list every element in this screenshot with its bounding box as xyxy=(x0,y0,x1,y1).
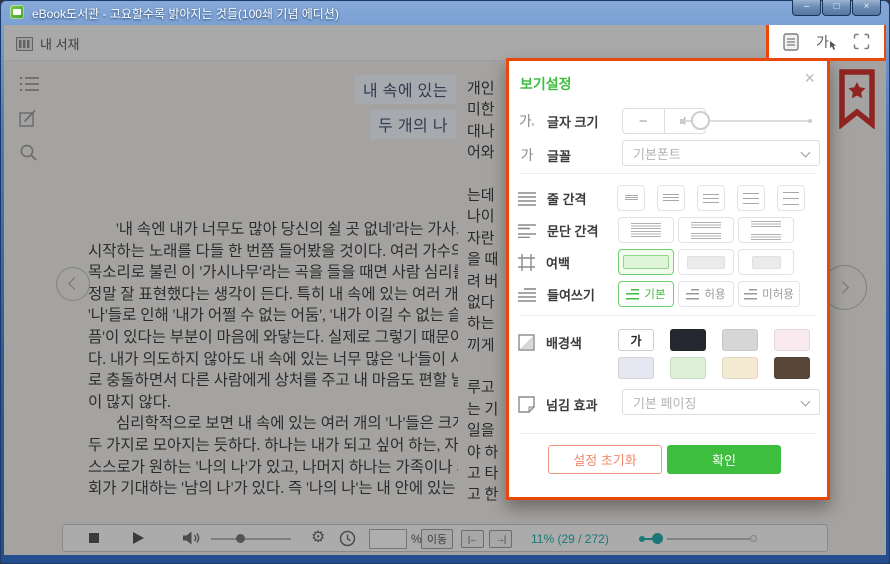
option-label: 미허용 xyxy=(762,286,794,302)
paragraph-spacing-options xyxy=(618,217,794,243)
chevron-down-icon xyxy=(801,397,811,407)
paragraph-spacing-label: 문단 간격 xyxy=(547,221,598,240)
app-window: eBook도서관 - 고요할수록 밝아지는 것들(100쇄 기념 에디션) – … xyxy=(0,0,890,564)
font-size-slider-handle[interactable] xyxy=(691,111,710,130)
line-spacing-option[interactable] xyxy=(617,185,645,211)
font-dropdown-value: 기본폰트 xyxy=(633,144,681,163)
margin-icon xyxy=(518,254,535,271)
margin-options xyxy=(618,249,794,275)
panel-title: 보기설정 xyxy=(520,74,572,94)
divider xyxy=(519,433,817,434)
text-cursor-icon xyxy=(830,41,837,50)
background-swatch[interactable]: 가 xyxy=(618,329,654,351)
indent-option[interactable]: 미허용 xyxy=(738,281,800,307)
reset-settings-button[interactable]: 설정 초기화 xyxy=(548,445,662,474)
option-label: 가 xyxy=(630,332,641,349)
line-spacing-option[interactable] xyxy=(737,185,765,211)
fullscreen-icon[interactable] xyxy=(849,29,875,55)
title-bar[interactable]: eBook도서관 - 고요할수록 밝아지는 것들(100쇄 기념 에디션) – … xyxy=(0,0,890,25)
close-button[interactable]: × xyxy=(852,0,881,16)
minimize-button[interactable]: – xyxy=(792,0,821,16)
indent-options: 기본 허용 미허용 xyxy=(618,281,800,307)
font-dropdown[interactable]: 기본폰트 xyxy=(622,140,820,166)
margin-label: 여백 xyxy=(546,253,570,272)
font-size-label: 글자 크기 xyxy=(547,112,598,131)
chevron-down-icon xyxy=(801,148,811,158)
view-settings-icon-group: 가 xyxy=(766,25,886,61)
indent-icon xyxy=(518,288,536,302)
line-spacing-option[interactable] xyxy=(777,185,805,211)
maximize-button[interactable]: □ xyxy=(822,0,851,16)
margin-option[interactable] xyxy=(738,249,794,275)
font-label: 글꼴 xyxy=(547,146,571,165)
window-title: eBook도서관 - 고요할수록 밝아지는 것들(100쇄 기념 에디션) xyxy=(32,5,339,22)
paragraph-spacing-option[interactable] xyxy=(618,217,674,243)
line-spacing-option[interactable] xyxy=(697,185,725,211)
page-effect-icon xyxy=(518,396,535,413)
font-size-decrease-button[interactable]: − xyxy=(623,109,665,133)
page-effect-dropdown[interactable]: 기본 페이징 xyxy=(622,389,820,415)
indent-label: 들여쓰기 xyxy=(547,285,595,304)
panel-close-icon[interactable]: × xyxy=(804,69,815,87)
background-swatch[interactable] xyxy=(774,329,810,351)
paragraph-spacing-option[interactable] xyxy=(678,217,734,243)
background-swatch[interactable] xyxy=(722,329,758,351)
divider xyxy=(519,173,817,174)
background-swatch[interactable] xyxy=(670,329,706,351)
confirm-button[interactable]: 확인 xyxy=(667,445,781,474)
background-color-icon xyxy=(518,334,535,351)
page-effect-dropdown-value: 기본 페이징 xyxy=(633,393,696,412)
divider xyxy=(519,315,817,316)
font-size-icon: 가 xyxy=(518,111,536,131)
background-swatch[interactable] xyxy=(774,357,810,379)
indent-option[interactable]: 허용 xyxy=(678,281,734,307)
font-icon: 가 xyxy=(518,145,536,165)
option-label: 기본 xyxy=(644,286,665,302)
client-area: 내 서재 내 속에 있는두 개의 나 '내 속엔 내가 너무도 많아 당신의 쉴… xyxy=(4,25,886,555)
view-settings-panel: 보기설정 × 가 글자 크기 − + 가 글꼴 기본폰트 xyxy=(506,58,830,500)
paragraph-spacing-option[interactable] xyxy=(738,217,794,243)
line-spacing-label: 줄 간격 xyxy=(547,189,587,208)
view-settings-icon[interactable] xyxy=(778,29,804,55)
option-label: 허용 xyxy=(704,286,725,302)
background-swatches-row2 xyxy=(618,357,810,379)
background-swatches: 가 xyxy=(618,329,810,351)
margin-option[interactable] xyxy=(618,249,674,275)
background-swatch[interactable] xyxy=(618,357,654,379)
paragraph-spacing-icon xyxy=(518,224,536,238)
font-settings-icon[interactable]: 가 xyxy=(814,29,840,55)
app-icon xyxy=(10,5,24,19)
page-effect-label: 넘김 효과 xyxy=(546,395,597,414)
line-spacing-option[interactable] xyxy=(657,185,685,211)
indent-option[interactable]: 기본 xyxy=(618,281,674,307)
background-color-label: 배경색 xyxy=(546,333,582,352)
background-swatch[interactable] xyxy=(722,357,758,379)
margin-option[interactable] xyxy=(678,249,734,275)
line-spacing-icon xyxy=(518,192,536,206)
line-spacing-options xyxy=(617,185,805,211)
background-swatch[interactable] xyxy=(670,357,706,379)
